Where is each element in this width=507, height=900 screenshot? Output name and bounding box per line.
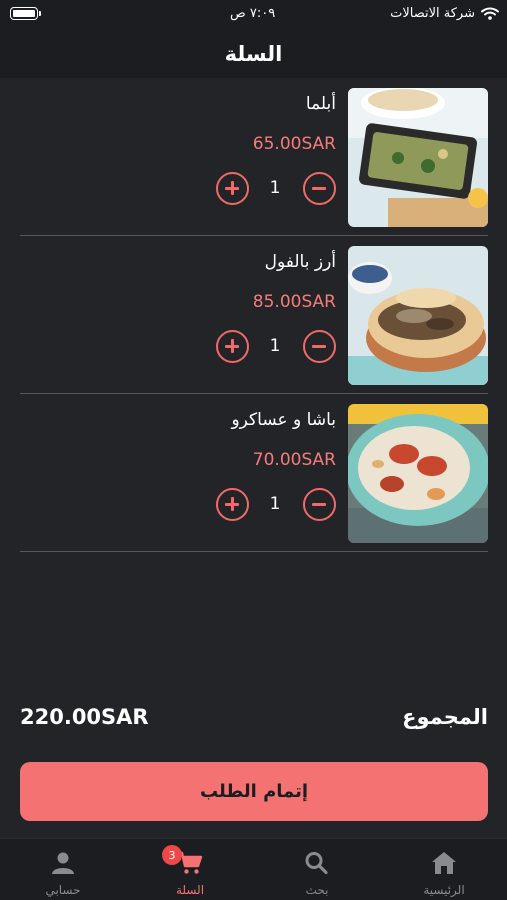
total-amount: 220.00SAR bbox=[20, 705, 149, 729]
increase-quantity-button[interactable] bbox=[216, 330, 249, 363]
decrease-quantity-button[interactable] bbox=[303, 172, 336, 205]
baked-dish-photo bbox=[348, 88, 488, 227]
page-title: السلة bbox=[224, 42, 283, 66]
tab-account[interactable]: حسابي bbox=[0, 839, 126, 900]
cart-count-badge: 3 bbox=[162, 845, 182, 865]
tab-label: السلة bbox=[175, 883, 205, 897]
cart-item: أرز بالفول 85.00SAR 1 bbox=[20, 236, 488, 394]
decrease-quantity-button[interactable] bbox=[303, 330, 336, 363]
home-icon bbox=[432, 852, 456, 874]
quantity-stepper: 1 bbox=[216, 330, 336, 364]
item-name: أرز بالفول bbox=[264, 252, 336, 272]
cart-item: أبلما 65.00SAR 1 bbox=[20, 78, 488, 236]
tab-home[interactable]: الرئيسية bbox=[381, 839, 507, 900]
tab-cart[interactable]: السلة bbox=[127, 839, 253, 900]
food-image bbox=[348, 88, 488, 227]
item-price: 65.00SAR bbox=[252, 134, 336, 154]
checkout-label: إتمام الطلب bbox=[199, 781, 309, 802]
decrease-quantity-button[interactable] bbox=[303, 488, 336, 521]
quantity-value: 1 bbox=[269, 494, 281, 514]
quantity-value: 1 bbox=[269, 336, 281, 356]
checkout-button[interactable]: إتمام الطلب bbox=[20, 762, 488, 821]
item-name: باشا و عساكرو bbox=[231, 410, 336, 430]
carrier-name: شركة الاتصالات bbox=[390, 6, 475, 21]
soup-bowl-photo bbox=[348, 404, 488, 543]
status-bar: ٧:٠٩ ص شركة الاتصالات bbox=[0, 0, 507, 30]
tab-search[interactable]: بحث bbox=[254, 839, 380, 900]
item-name: أبلما bbox=[305, 94, 336, 114]
quantity-stepper: 1 bbox=[216, 488, 336, 522]
cart-total: 220.00SAR المجموع bbox=[20, 703, 488, 735]
battery-icon bbox=[10, 7, 38, 20]
increase-quantity-button[interactable] bbox=[216, 488, 249, 521]
status-time: ٧:٠٩ ص bbox=[230, 6, 276, 21]
battery-tip bbox=[39, 11, 41, 16]
tab-label: بحث bbox=[305, 883, 329, 897]
status-carrier: شركة الاتصالات bbox=[390, 6, 499, 21]
total-label: المجموع bbox=[402, 705, 488, 729]
tab-bar: حسابي السلة بحث الرئيسية bbox=[0, 838, 507, 900]
wifi-icon bbox=[481, 7, 499, 20]
food-image bbox=[348, 404, 488, 543]
item-price: 85.00SAR bbox=[252, 292, 336, 312]
page-header: السلة bbox=[0, 30, 507, 78]
item-price: 70.00SAR bbox=[252, 450, 336, 470]
rice-beans-photo bbox=[348, 246, 488, 385]
food-image bbox=[348, 246, 488, 385]
cart-item: باشا و عساكرو 70.00SAR 1 bbox=[20, 394, 488, 552]
tab-label: الرئيسية bbox=[423, 883, 465, 897]
increase-quantity-button[interactable] bbox=[216, 172, 249, 205]
search-icon bbox=[305, 852, 328, 875]
quantity-value: 1 bbox=[269, 178, 281, 198]
tab-label: حسابي bbox=[45, 883, 81, 897]
person-icon bbox=[52, 852, 74, 874]
quantity-stepper: 1 bbox=[216, 172, 336, 206]
